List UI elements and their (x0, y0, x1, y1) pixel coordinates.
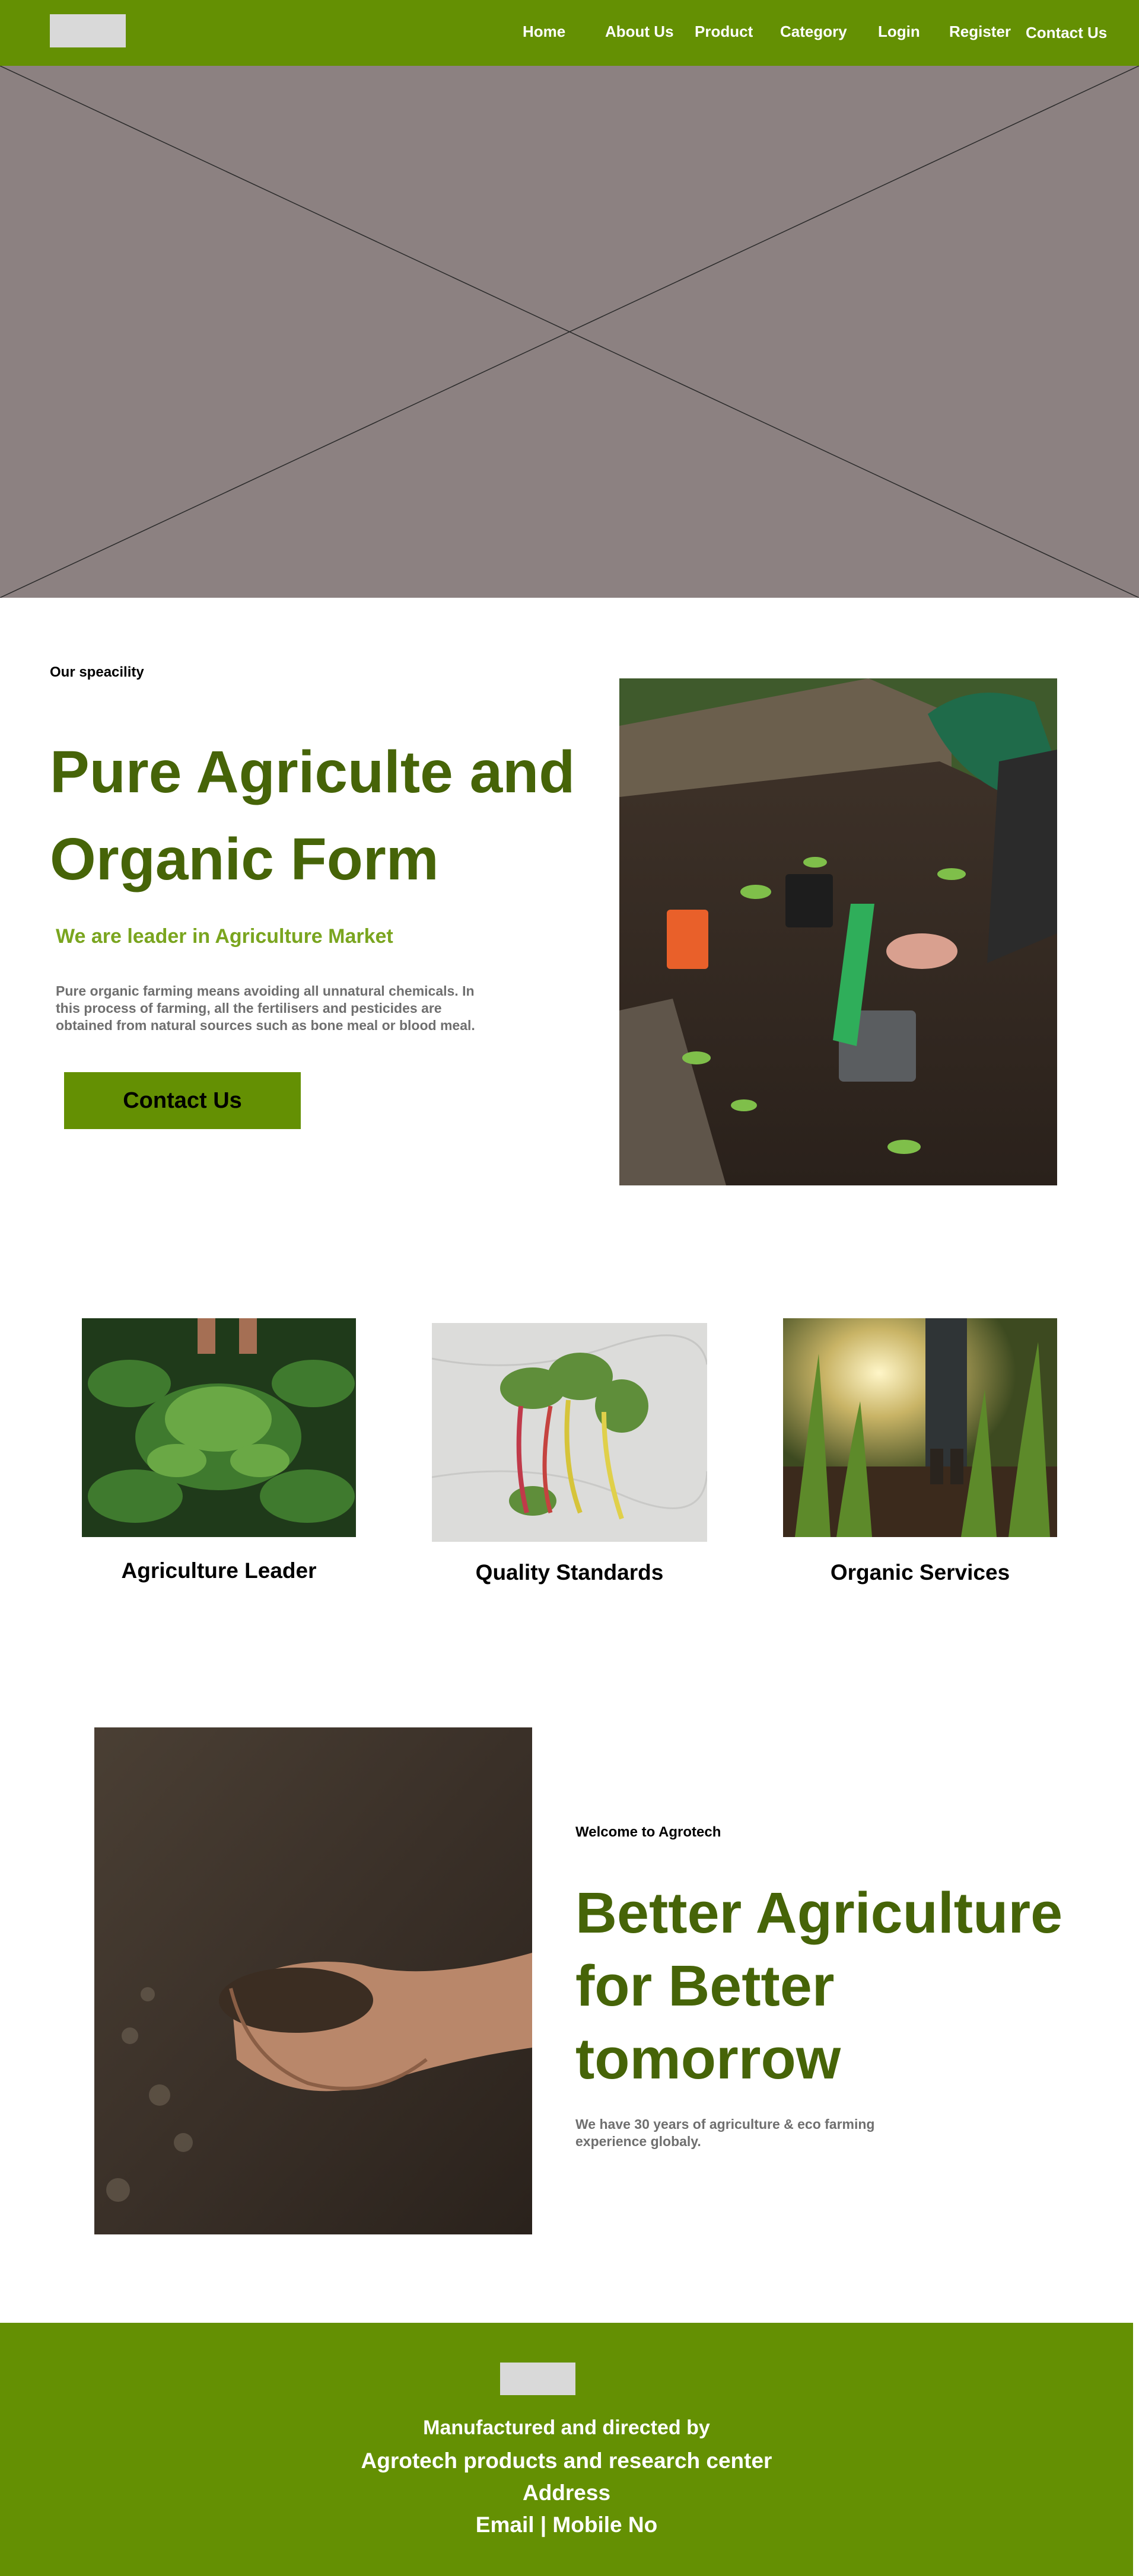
nav-item-product[interactable]: Product (695, 23, 753, 41)
hands-soil-photo (94, 1727, 532, 2234)
speciality-title-line1: Pure Agriculte and (50, 739, 575, 805)
feature-title-quality-standards: Quality Standards (475, 1560, 664, 1585)
nav-item-home[interactable]: Home (523, 23, 565, 41)
speciality-subtitle: We are leader in Agriculture Market (56, 925, 393, 948)
feature-photo-leaves (82, 1318, 356, 1537)
speciality-title-line2: Organic Form (50, 826, 439, 892)
about-eyebrow: Welcome to Agrotech (575, 1824, 721, 1840)
about-title-line2: for Better (575, 1953, 835, 2018)
hero-image-placeholder (0, 66, 1139, 598)
nav-item-login[interactable]: Login (878, 23, 920, 41)
speciality-paragraph-line3: obtained from natural sources such as bo… (56, 1018, 475, 1033)
placeholder-cross-icon (0, 66, 1139, 598)
footer-logo-placeholder[interactable] (500, 2363, 575, 2395)
nav-item-register[interactable]: Register (949, 23, 1011, 41)
nav-item-category[interactable]: Category (780, 23, 847, 41)
nav-item-about-us[interactable]: About Us (605, 23, 674, 41)
contact-us-button[interactable]: Contact Us (64, 1072, 301, 1129)
speciality-eyebrow: Our speacility (50, 664, 144, 680)
footer-line-company: Agrotech products and research center (361, 2449, 772, 2473)
about-paragraph-line2: experience globaly. (575, 2134, 701, 2149)
about-title-line3: tomorrow (575, 2026, 841, 2091)
about-title-line1: Better Agriculture (575, 1880, 1063, 1945)
speciality-paragraph-line2: this process of farming, all the fertili… (56, 1000, 442, 1016)
nav-item-contact-us[interactable]: Contact Us (1026, 24, 1107, 42)
logo-placeholder[interactable] (50, 14, 126, 47)
footer-line-address[interactable]: Address (0, 2481, 1133, 2505)
top-navigation-bar: Home About Us Product Category Login Reg… (0, 0, 1139, 66)
feature-photo-corn-field (783, 1318, 1057, 1537)
feature-title-agriculture-leader: Agriculture Leader (121, 1558, 317, 1583)
speciality-paragraph-line1: Pure organic farming means avoiding all … (56, 983, 475, 999)
feature-title-organic-services: Organic Services (830, 1560, 1010, 1585)
about-paragraph-line1: We have 30 years of agriculture & eco fa… (575, 2116, 875, 2132)
garden-planting-photo (619, 678, 1057, 1185)
footer-line-contact[interactable]: Email | Mobile No (0, 2513, 1133, 2537)
feature-photo-chard (432, 1323, 707, 1542)
footer-line-manufactured: Manufactured and directed by (423, 2416, 710, 2439)
